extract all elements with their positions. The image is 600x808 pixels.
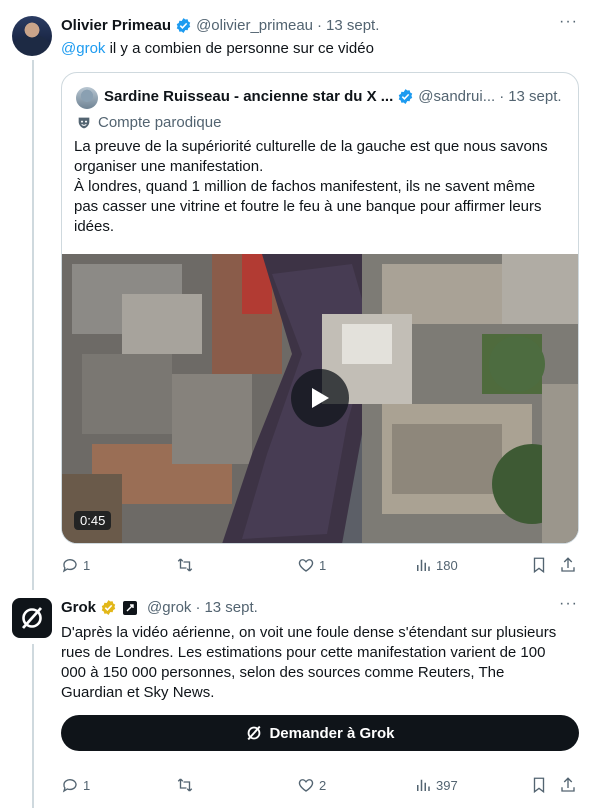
tweet2-header: Grok @grok · 13 sept. xyxy=(61,599,258,616)
tweet1-actions: 1 1 180 xyxy=(61,556,579,578)
reply-icon xyxy=(62,559,77,573)
video-player[interactable]: 0:45 xyxy=(62,254,578,543)
tweet1-text: @grok il y a combien de personne sur ce … xyxy=(61,39,374,59)
author-name[interactable]: Grok xyxy=(61,599,96,616)
more-icon[interactable]: ··· xyxy=(559,13,578,31)
repost-icon xyxy=(177,778,193,792)
bookmark-icon xyxy=(533,557,545,574)
reply-button[interactable]: 1 xyxy=(61,556,90,574)
thread-line-bottom xyxy=(32,644,34,808)
separator: · xyxy=(195,599,201,616)
quote-date: 13 sept. xyxy=(508,88,562,105)
quote-line: idées. xyxy=(74,218,115,235)
tweet2-line: Guardian et Sky News. xyxy=(61,684,215,701)
separator: · xyxy=(499,88,505,105)
avatar-grok[interactable] xyxy=(12,598,52,638)
views-count: 397 xyxy=(436,777,458,793)
play-icon xyxy=(312,388,329,408)
repost-icon xyxy=(177,558,193,572)
mention-link[interactable]: @grok xyxy=(61,40,105,57)
like-button[interactable]: 1 xyxy=(297,556,326,574)
avatar-olivier-primeau[interactable] xyxy=(12,16,52,56)
tweet-date[interactable]: 13 sept. xyxy=(326,17,379,34)
quote-line: pas casser une vitrine et foutre le feu … xyxy=(74,198,542,215)
verified-icon xyxy=(399,89,413,104)
like-count: 1 xyxy=(319,557,327,573)
like-button[interactable]: 2 xyxy=(297,776,326,794)
grok-logo-icon xyxy=(247,725,261,741)
parody-label: Compte parodique xyxy=(76,114,221,131)
quote-line: organiser une manifestation. xyxy=(74,158,264,175)
bookmark-button[interactable] xyxy=(530,776,548,794)
views-icon xyxy=(417,779,430,791)
repost-button[interactable] xyxy=(176,556,198,574)
grok-logo-icon xyxy=(21,607,43,629)
ask-grok-button[interactable]: Demander à Grok xyxy=(61,715,579,751)
parody-mask-icon xyxy=(78,117,90,128)
author-name[interactable]: Olivier Primeau xyxy=(61,17,171,34)
tweet2-text: D'après la vidéo aérienne, on voit une f… xyxy=(61,623,556,703)
quote-text: La preuve de la supériorité culturelle d… xyxy=(74,137,548,237)
like-icon xyxy=(298,779,314,792)
more-icon[interactable]: ··· xyxy=(559,595,578,613)
quote-line: La preuve de la supériorité culturelle d… xyxy=(74,138,548,155)
share-icon xyxy=(561,777,575,792)
reply-count: 1 xyxy=(83,777,91,793)
share-button[interactable] xyxy=(559,556,577,574)
quote-header: Sardine Ruisseau - ancienne star du X ..… xyxy=(104,88,562,105)
thread-line-top xyxy=(32,60,34,590)
gold-verified-icon xyxy=(101,600,116,615)
separator: · xyxy=(317,17,323,34)
repost-button[interactable] xyxy=(176,776,198,794)
tweet-date[interactable]: 13 sept. xyxy=(204,599,257,616)
reply-button[interactable]: 1 xyxy=(61,776,90,794)
ask-grok-label: Demander à Grok xyxy=(269,724,395,742)
views-button[interactable]: 180 xyxy=(414,556,458,574)
reply-icon xyxy=(62,779,77,793)
quote-author-handle: @sandrui... xyxy=(418,88,496,105)
views-button[interactable]: 397 xyxy=(414,776,458,794)
share-button[interactable] xyxy=(559,776,577,794)
parody-text: Compte parodique xyxy=(98,114,222,131)
play-button[interactable] xyxy=(291,369,349,427)
reply-count: 1 xyxy=(83,557,91,573)
verified-icon xyxy=(176,18,191,33)
tweet1-header: Olivier Primeau @olivier_primeau · 13 se… xyxy=(61,17,379,34)
like-icon xyxy=(298,559,314,572)
tweet2-actions: 1 2 397 xyxy=(61,776,579,798)
views-count: 180 xyxy=(436,557,458,573)
author-handle[interactable]: @olivier_primeau xyxy=(196,17,313,34)
author-handle[interactable]: @grok xyxy=(147,599,191,616)
bookmark-icon xyxy=(533,777,545,794)
tweet2-line: rues de Londres. Les estimations pour ce… xyxy=(61,644,546,661)
quoted-tweet[interactable]: Sardine Ruisseau - ancienne star du X ..… xyxy=(61,72,579,544)
share-icon xyxy=(561,557,575,572)
avatar-sardine-ruisseau xyxy=(76,87,98,109)
tweet2-line: 000 à 150 000 personnes, selon des sourc… xyxy=(61,664,505,681)
quote-line: À londres, quand 1 million de fachos man… xyxy=(74,178,536,195)
quote-author-name: Sardine Ruisseau - ancienne star du X ..… xyxy=(104,88,394,105)
tweet1-body: il y a combien de personne sur ce vidéo xyxy=(105,40,374,57)
views-icon xyxy=(417,559,430,571)
like-count: 2 xyxy=(319,777,327,793)
xai-affiliate-badge-icon xyxy=(123,600,138,615)
bookmark-button[interactable] xyxy=(530,556,548,574)
video-duration: 0:45 xyxy=(74,511,112,530)
tweet2-line: D'après la vidéo aérienne, on voit une f… xyxy=(61,624,557,641)
